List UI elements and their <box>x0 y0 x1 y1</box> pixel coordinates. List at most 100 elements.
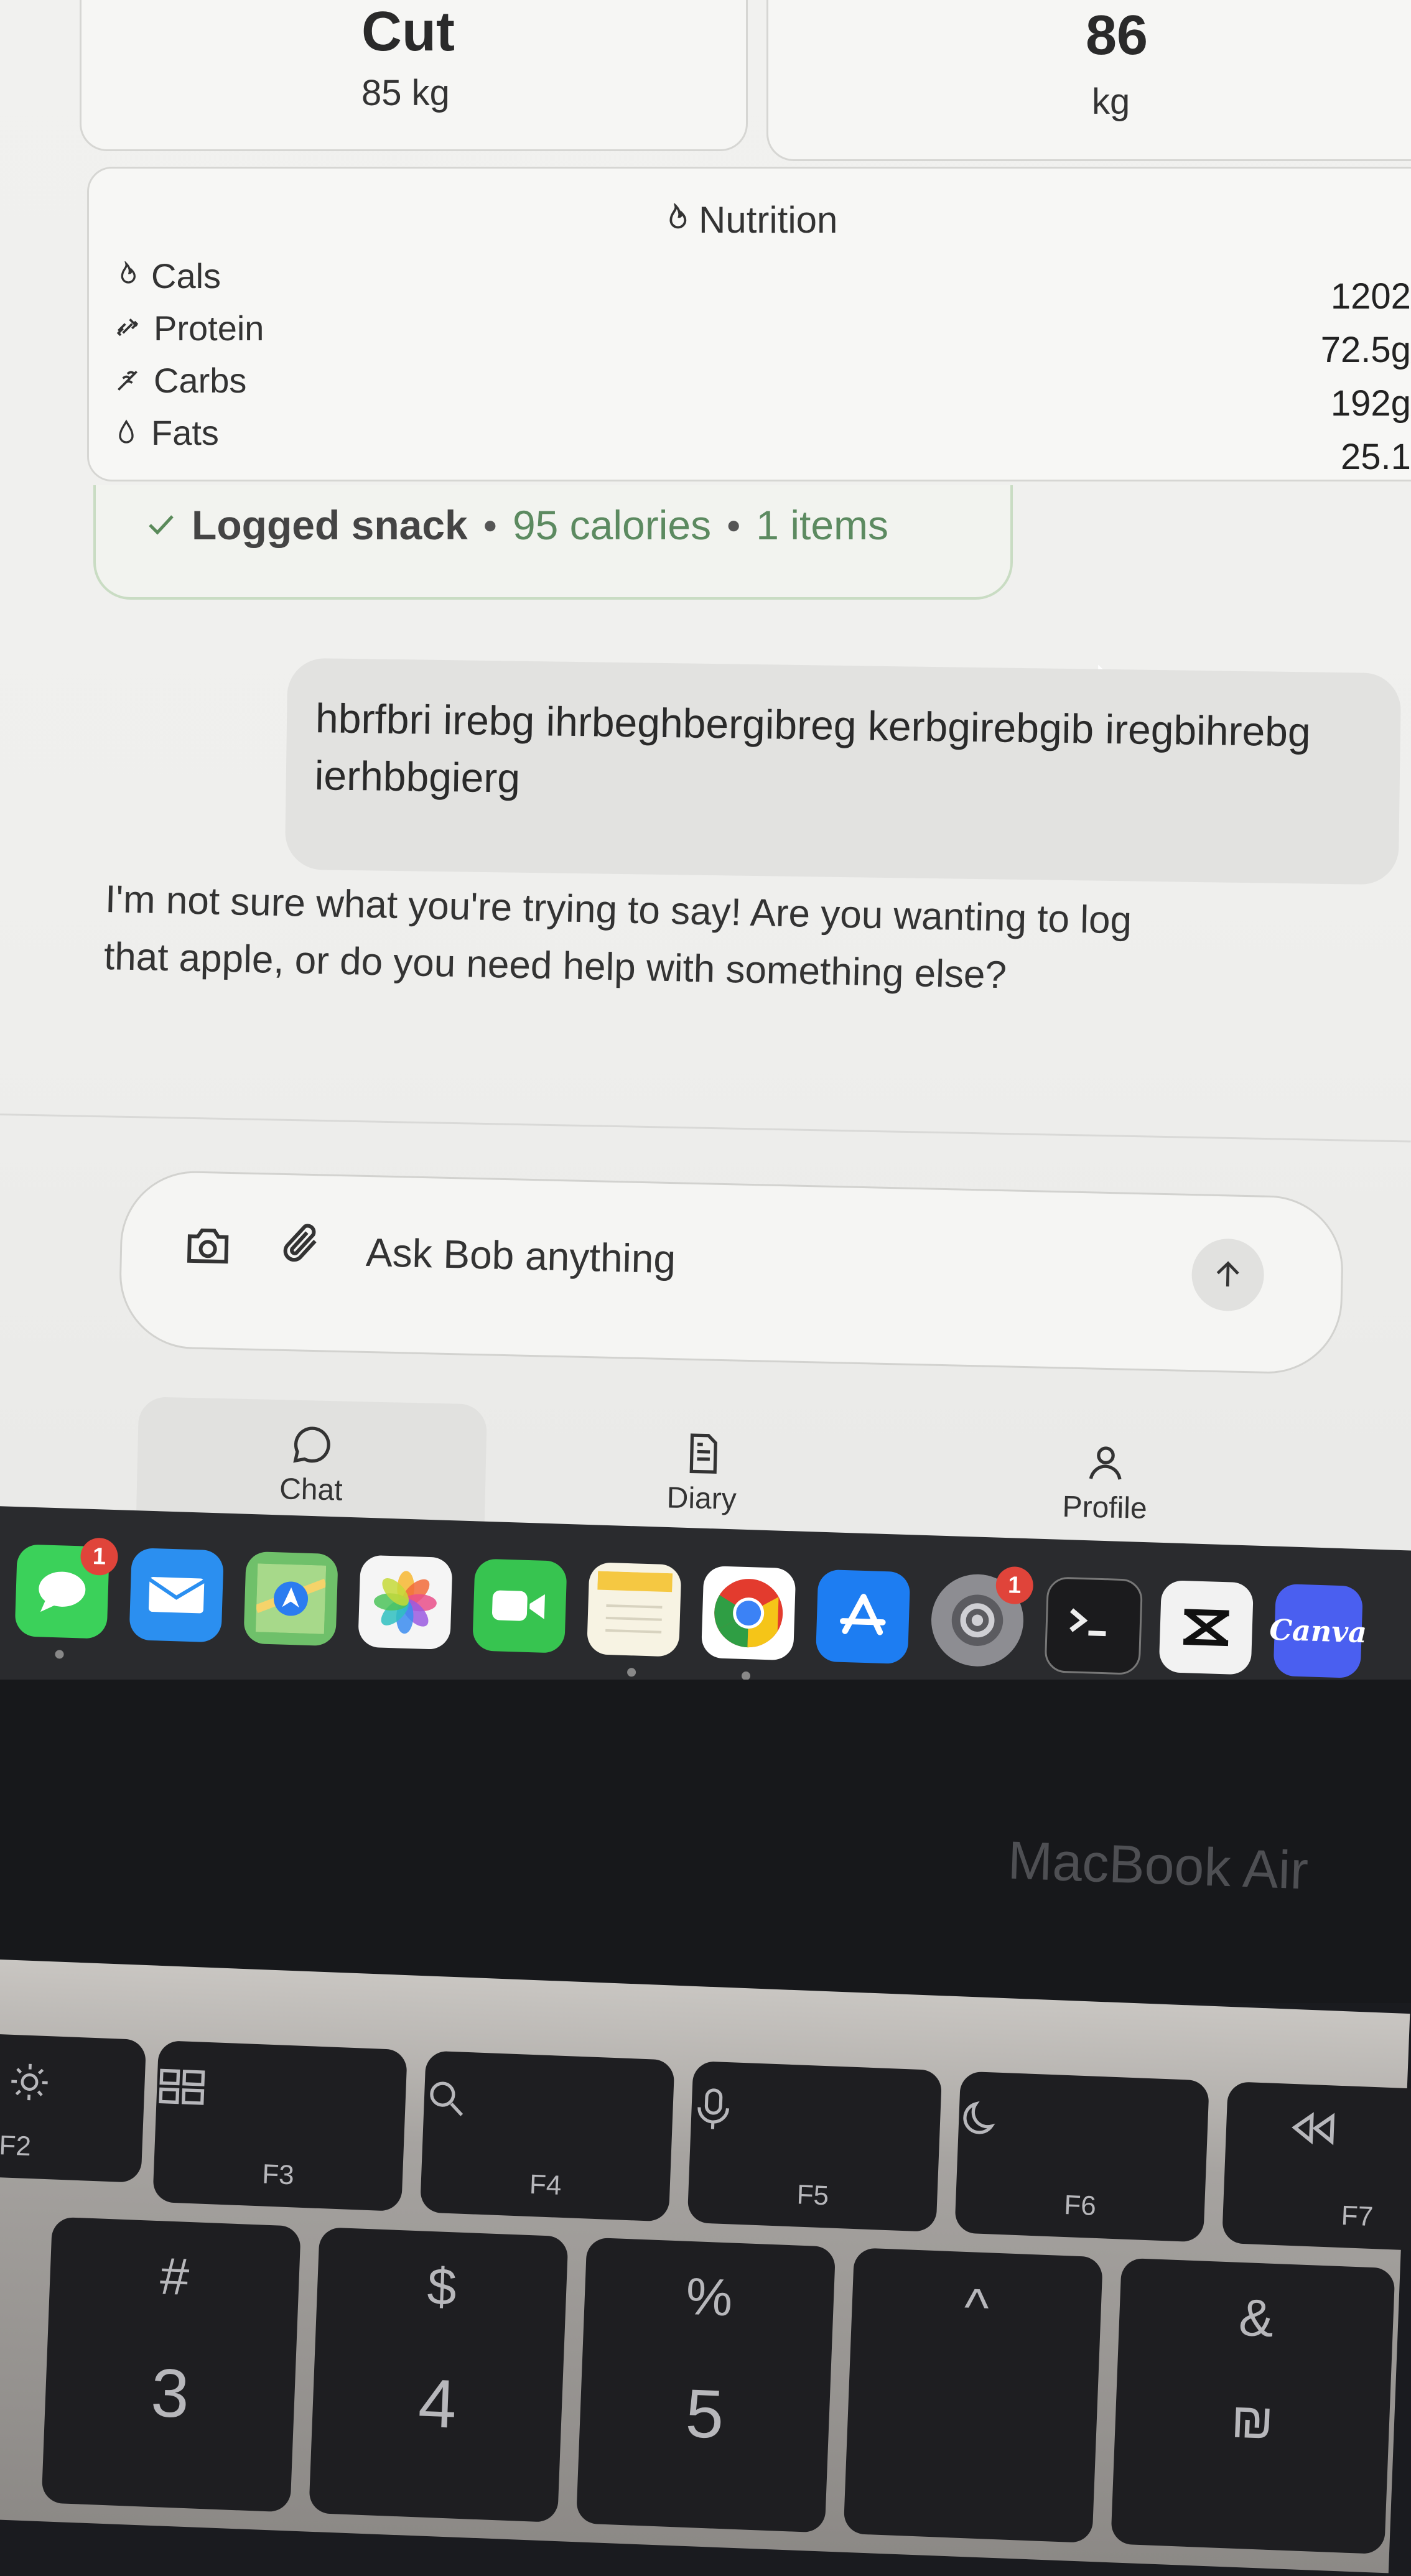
key-label: F3 <box>261 2159 295 2191</box>
maps-icon <box>255 1563 327 1634</box>
camera-icon[interactable] <box>183 1224 233 1266</box>
weight-card[interactable]: 86 kg <box>766 0 1411 161</box>
key-shift-symbol: $ <box>426 2256 458 2317</box>
mission-control-icon <box>159 2068 205 2105</box>
logged-calories: 95 calories <box>512 502 712 548</box>
notes-icon <box>597 1571 673 1634</box>
brightness-icon <box>11 2063 48 2101</box>
key-shift-symbol: # <box>159 2246 190 2307</box>
key-f5[interactable]: F5 <box>687 2060 943 2233</box>
nutrition-title: Nutrition <box>699 199 838 241</box>
paperclip-icon[interactable] <box>277 1219 328 1276</box>
checkmark-icon <box>149 515 174 535</box>
key-f7[interactable]: F7 <box>1221 2081 1411 2253</box>
key-label: F7 <box>1340 2200 1374 2233</box>
app-screen: Cut 85 kg 86 kg Nutrition Cals Protein C… <box>0 0 1411 1617</box>
flame-icon <box>121 261 136 284</box>
tab-label-chat: Chat <box>279 1472 343 1507</box>
weight-value: 86 <box>1086 4 1148 67</box>
running-indicator <box>55 1650 64 1659</box>
key-4[interactable]: $ 4 <box>309 2227 569 2523</box>
logged-snack-pill[interactable]: Logged snack ● 95 calories ● 1 items <box>93 485 1013 600</box>
key-label: F5 <box>796 2179 830 2211</box>
dock-app-system-settings[interactable]: 1 <box>929 1566 1034 1668</box>
droplet-icon <box>119 419 134 444</box>
running-indicator <box>626 1668 636 1677</box>
user-message-text: hbrfbri irebg ihrbeghbergibreg kerbgireb… <box>314 695 1311 801</box>
key-5[interactable]: % 5 <box>575 2237 836 2533</box>
arrow-up-icon <box>1216 1261 1239 1287</box>
chat-composer <box>118 1169 1345 1375</box>
key-shift-symbol: % <box>684 2266 734 2327</box>
key-shift-symbol: & <box>1237 2287 1275 2348</box>
dock-app-app-store[interactable] <box>815 1569 911 1665</box>
logged-items: 1 items <box>756 502 889 548</box>
nutrition-label-protein: Protein <box>154 309 264 348</box>
goal-title: Cut <box>361 1 455 63</box>
key-f4[interactable]: F4 <box>419 2050 675 2222</box>
person-icon <box>1089 1446 1122 1480</box>
app-store-icon <box>840 1594 886 1635</box>
nutrition-label-carbs: Carbs <box>154 361 247 400</box>
chrome-icon <box>714 1579 783 1648</box>
dock-app-canva[interactable]: Canva <box>1269 1583 1367 1699</box>
dock-app-messages[interactable]: 1 <box>14 1537 119 1659</box>
logged-snack-summary: Logged snack ● 95 calories ● 1 items <box>146 501 888 549</box>
assistant-message-text: I'm not sure what you're trying to say! … <box>103 877 1132 997</box>
nutrition-card: Nutrition Cals Protein Carbs Fats 1202/2… <box>87 167 1411 481</box>
nutrition-row-cals: Cals <box>114 256 221 296</box>
chat-bubble-icon <box>293 1426 330 1463</box>
nutrition-header: Nutrition <box>661 198 837 241</box>
goal-card[interactable]: Cut 85 kg <box>80 0 748 151</box>
separator-dot: ● <box>482 511 498 539</box>
key-3[interactable]: # 3 <box>41 2216 301 2513</box>
nutrition-label-fats: Fats <box>151 413 219 452</box>
nutrition-row-carbs: Carbs <box>114 360 246 401</box>
dumbbell-icon <box>116 318 139 336</box>
key-f3[interactable]: F3 <box>152 2040 407 2212</box>
nutrition-value-fats: 25.1g/60g <box>1340 437 1411 477</box>
dock-app-photos[interactable] <box>358 1555 453 1650</box>
key-label: F2 <box>0 2130 32 2162</box>
tab-label-diary: Diary <box>666 1481 737 1516</box>
goal-subtitle: 85 kg <box>361 73 450 113</box>
nutrition-value-protein: 72.5g/178g <box>1320 330 1411 370</box>
key-label: F4 <box>529 2169 562 2201</box>
terminal-icon <box>1069 1608 1106 1637</box>
photos-icon <box>374 1571 437 1634</box>
nutrition-label-cals: Cals <box>151 256 221 295</box>
dock-app-capcut[interactable] <box>1158 1579 1254 1675</box>
key-f2[interactable]: F2 <box>0 2032 147 2183</box>
dock-app-maps[interactable] <box>243 1551 338 1647</box>
microphone-icon <box>697 2088 730 2129</box>
dock-app-notes[interactable] <box>586 1562 682 1677</box>
nutrition-row-protein: Protein <box>114 308 264 348</box>
key-f6[interactable]: F6 <box>954 2071 1209 2243</box>
key-digit: 5 <box>684 2374 725 2453</box>
dock-app-chrome[interactable] <box>701 1565 796 1681</box>
facetime-icon <box>491 1590 545 1621</box>
key-6[interactable]: ^ <box>843 2248 1103 2544</box>
user-message-bubble: hbrfbri irebg ihrbeghbergibreg kerbgireb… <box>284 658 1402 885</box>
notification-badge: 1 <box>80 1537 119 1576</box>
key-7[interactable]: & ₪ <box>1111 2257 1395 2555</box>
flame-icon <box>669 203 687 228</box>
logged-label: Logged snack <box>192 502 468 548</box>
notification-badge: 1 <box>995 1566 1034 1605</box>
dock-app-facetime[interactable] <box>472 1558 567 1653</box>
nutrition-value-carbs: 192g/227g <box>1330 383 1411 424</box>
canva-logo: Canva <box>1269 1612 1367 1650</box>
wheat-icon <box>118 370 137 391</box>
send-button[interactable] <box>1191 1238 1265 1312</box>
key-label: F6 <box>1063 2189 1097 2221</box>
nutrition-value-cals: 1202/2159 <box>1330 276 1411 317</box>
ask-input[interactable] <box>364 1226 1114 1295</box>
keyboard-deck: F2 F3 F4 F5 F6 F7 # 3 $ 4 % 5 ^ & ₪ <box>0 1960 1411 2574</box>
search-icon <box>430 2081 463 2116</box>
dock-app-mail[interactable] <box>129 1547 224 1643</box>
dock-app-terminal[interactable] <box>1044 1576 1143 1693</box>
document-icon <box>689 1433 717 1474</box>
moon-icon <box>963 2101 995 2134</box>
divider <box>0 1114 1411 1143</box>
separator-dot: ● <box>726 511 742 539</box>
